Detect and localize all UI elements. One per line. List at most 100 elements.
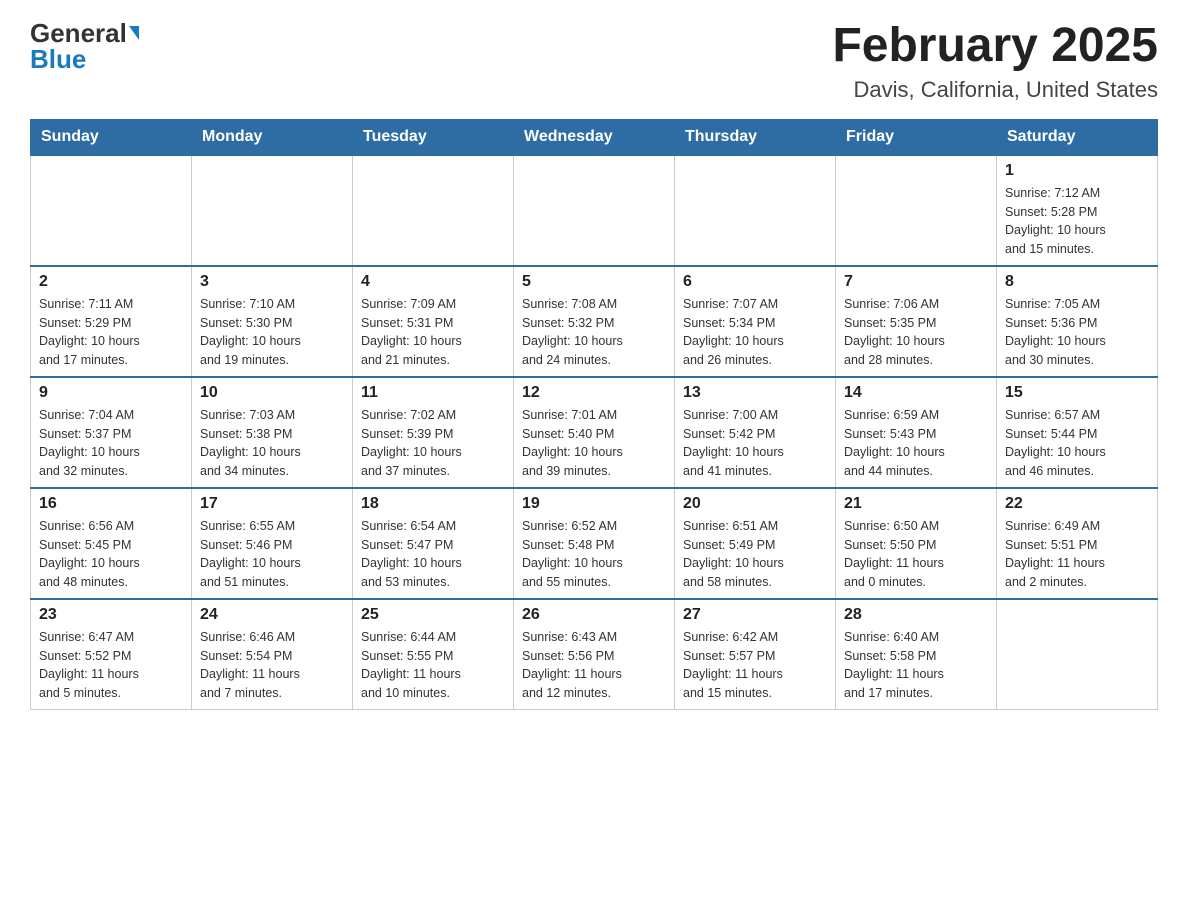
logo-general-text: General: [30, 20, 127, 46]
day-number: 18: [361, 495, 505, 513]
calendar-week-row-4: 16 Sunrise: 6:56 AMSunset: 5:45 PMDayligh…: [31, 488, 1158, 599]
calendar-cell: 23 Sunrise: 6:47 AMSunset: 5:52 PMDayligh…: [31, 599, 192, 710]
calendar-table: SundayMondayTuesdayWednesdayThursdayFrid…: [30, 119, 1158, 710]
day-number: 24: [200, 606, 344, 624]
calendar-cell: 8Sunrise: 7:05 AMSunset: 5:36 PMDaylight…: [997, 266, 1158, 377]
day-number: 12: [522, 384, 666, 402]
calendar-cell: 18 Sunrise: 6:54 AMSunset: 5:47 PMDayligh…: [353, 488, 514, 599]
weekday-header-thursday: Thursday: [675, 119, 836, 155]
calendar-cell: 3 Sunrise: 7:10 AMSunset: 5:30 PMDaylight…: [192, 266, 353, 377]
day-info: Sunrise: 6:56 AMSunset: 5:45 PMDaylight:…: [39, 517, 183, 592]
day-number: 17: [200, 495, 344, 513]
day-info: Sunrise: 6:46 AMSunset: 5:54 PMDaylight:…: [200, 628, 344, 703]
weekday-header-tuesday: Tuesday: [353, 119, 514, 155]
day-number: 20: [683, 495, 827, 513]
day-info: Sunrise: 6:55 AMSunset: 5:46 PMDaylight:…: [200, 517, 344, 592]
weekday-header-friday: Friday: [836, 119, 997, 155]
calendar-cell: 13 Sunrise: 7:00 AMSunset: 5:42 PMDayligh…: [675, 377, 836, 488]
day-info: Sunrise: 7:07 AMSunset: 5:34 PMDaylight:…: [683, 295, 827, 370]
day-info: Sunrise: 6:52 AMSunset: 5:48 PMDaylight:…: [522, 517, 666, 592]
day-number: 13: [683, 384, 827, 402]
day-info: Sunrise: 7:05 AMSunset: 5:36 PMDaylight:…: [1005, 295, 1149, 370]
day-number: 14: [844, 384, 988, 402]
day-number: 6: [683, 273, 827, 291]
calendar-cell: 4 Sunrise: 7:09 AMSunset: 5:31 PMDaylight…: [353, 266, 514, 377]
day-number: 4: [361, 273, 505, 291]
day-info: Sunrise: 7:01 AMSunset: 5:40 PMDaylight:…: [522, 406, 666, 481]
day-number: 3: [200, 273, 344, 291]
day-number: 10: [200, 384, 344, 402]
day-info: Sunrise: 7:06 AMSunset: 5:35 PMDaylight:…: [844, 295, 988, 370]
day-info: Sunrise: 7:02 AMSunset: 5:39 PMDaylight:…: [361, 406, 505, 481]
day-info: Sunrise: 6:49 AMSunset: 5:51 PMDaylight:…: [1005, 517, 1149, 592]
calendar-cell: 10 Sunrise: 7:03 AMSunset: 5:38 PMDayligh…: [192, 377, 353, 488]
calendar-cell: 22 Sunrise: 6:49 AMSunset: 5:51 PMDayligh…: [997, 488, 1158, 599]
day-info: Sunrise: 7:03 AMSunset: 5:38 PMDaylight:…: [200, 406, 344, 481]
weekday-header-sunday: Sunday: [31, 119, 192, 155]
day-info: Sunrise: 7:00 AMSunset: 5:42 PMDaylight:…: [683, 406, 827, 481]
page-header: General Blue February 2025 Davis, Califo…: [30, 20, 1158, 103]
calendar-week-row-5: 23 Sunrise: 6:47 AMSunset: 5:52 PMDayligh…: [31, 599, 1158, 710]
day-number: 25: [361, 606, 505, 624]
day-number: 19: [522, 495, 666, 513]
day-info: Sunrise: 7:10 AMSunset: 5:30 PMDaylight:…: [200, 295, 344, 370]
calendar-cell: 11Sunrise: 7:02 AMSunset: 5:39 PMDayligh…: [353, 377, 514, 488]
calendar-cell: 1Sunrise: 7:12 AMSunset: 5:28 PMDaylight…: [997, 155, 1158, 266]
calendar-cell: 2Sunrise: 7:11 AMSunset: 5:29 PMDaylight…: [31, 266, 192, 377]
calendar-cell: 16 Sunrise: 6:56 AMSunset: 5:45 PMDayligh…: [31, 488, 192, 599]
day-info: Sunrise: 7:09 AMSunset: 5:31 PMDaylight:…: [361, 295, 505, 370]
weekday-header-wednesday: Wednesday: [514, 119, 675, 155]
calendar-week-row-2: 2Sunrise: 7:11 AMSunset: 5:29 PMDaylight…: [31, 266, 1158, 377]
calendar-cell: [31, 155, 192, 266]
calendar-cell: 17 Sunrise: 6:55 AMSunset: 5:46 PMDayligh…: [192, 488, 353, 599]
weekday-header-monday: Monday: [192, 119, 353, 155]
day-info: Sunrise: 6:40 AMSunset: 5:58 PMDaylight:…: [844, 628, 988, 703]
day-info: Sunrise: 6:51 AMSunset: 5:49 PMDaylight:…: [683, 517, 827, 592]
calendar-cell: [675, 155, 836, 266]
day-number: 21: [844, 495, 988, 513]
day-number: 15: [1005, 384, 1149, 402]
day-number: 22: [1005, 495, 1149, 513]
day-number: 27: [683, 606, 827, 624]
day-info: Sunrise: 6:44 AMSunset: 5:55 PMDaylight:…: [361, 628, 505, 703]
calendar-cell: 12 Sunrise: 7:01 AMSunset: 5:40 PMDayligh…: [514, 377, 675, 488]
day-info: Sunrise: 6:43 AMSunset: 5:56 PMDaylight:…: [522, 628, 666, 703]
logo-triangle-icon: [129, 26, 139, 40]
calendar-week-row-3: 9Sunrise: 7:04 AMSunset: 5:37 PMDaylight…: [31, 377, 1158, 488]
day-info: Sunrise: 6:57 AMSunset: 5:44 PMDaylight:…: [1005, 406, 1149, 481]
day-number: 9: [39, 384, 183, 402]
calendar-cell: 26 Sunrise: 6:43 AMSunset: 5:56 PMDayligh…: [514, 599, 675, 710]
calendar-cell: 21 Sunrise: 6:50 AMSunset: 5:50 PMDayligh…: [836, 488, 997, 599]
day-number: 23: [39, 606, 183, 624]
calendar-cell: 19 Sunrise: 6:52 AMSunset: 5:48 PMDayligh…: [514, 488, 675, 599]
calendar-cell: 27Sunrise: 6:42 AMSunset: 5:57 PMDayligh…: [675, 599, 836, 710]
calendar-cell: 24 Sunrise: 6:46 AMSunset: 5:54 PMDayligh…: [192, 599, 353, 710]
day-number: 2: [39, 273, 183, 291]
calendar-cell: 28 Sunrise: 6:40 AMSunset: 5:58 PMDayligh…: [836, 599, 997, 710]
calendar-cell: 14 Sunrise: 6:59 AMSunset: 5:43 PMDayligh…: [836, 377, 997, 488]
location-title: Davis, California, United States: [832, 77, 1158, 103]
day-info: Sunrise: 6:59 AMSunset: 5:43 PMDaylight:…: [844, 406, 988, 481]
calendar-cell: 9Sunrise: 7:04 AMSunset: 5:37 PMDaylight…: [31, 377, 192, 488]
day-info: Sunrise: 6:50 AMSunset: 5:50 PMDaylight:…: [844, 517, 988, 592]
calendar-cell: 20 Sunrise: 6:51 AMSunset: 5:49 PMDayligh…: [675, 488, 836, 599]
calendar-cell: [836, 155, 997, 266]
calendar-cell: 6 Sunrise: 7:07 AMSunset: 5:34 PMDaylight…: [675, 266, 836, 377]
day-number: 26: [522, 606, 666, 624]
day-number: 7: [844, 273, 988, 291]
day-info: Sunrise: 6:47 AMSunset: 5:52 PMDaylight:…: [39, 628, 183, 703]
calendar-cell: 15 Sunrise: 6:57 AMSunset: 5:44 PMDayligh…: [997, 377, 1158, 488]
calendar-cell: [514, 155, 675, 266]
day-number: 28: [844, 606, 988, 624]
day-number: 1: [1005, 162, 1149, 180]
weekday-header-saturday: Saturday: [997, 119, 1158, 155]
calendar-cell: 7 Sunrise: 7:06 AMSunset: 5:35 PMDaylight…: [836, 266, 997, 377]
calendar-cell: [997, 599, 1158, 710]
calendar-cell: 25 Sunrise: 6:44 AMSunset: 5:55 PMDayligh…: [353, 599, 514, 710]
calendar-cell: [353, 155, 514, 266]
calendar-week-row-1: 1Sunrise: 7:12 AMSunset: 5:28 PMDaylight…: [31, 155, 1158, 266]
day-info: Sunrise: 6:54 AMSunset: 5:47 PMDaylight:…: [361, 517, 505, 592]
day-number: 5: [522, 273, 666, 291]
day-number: 16: [39, 495, 183, 513]
month-title: February 2025: [832, 20, 1158, 73]
